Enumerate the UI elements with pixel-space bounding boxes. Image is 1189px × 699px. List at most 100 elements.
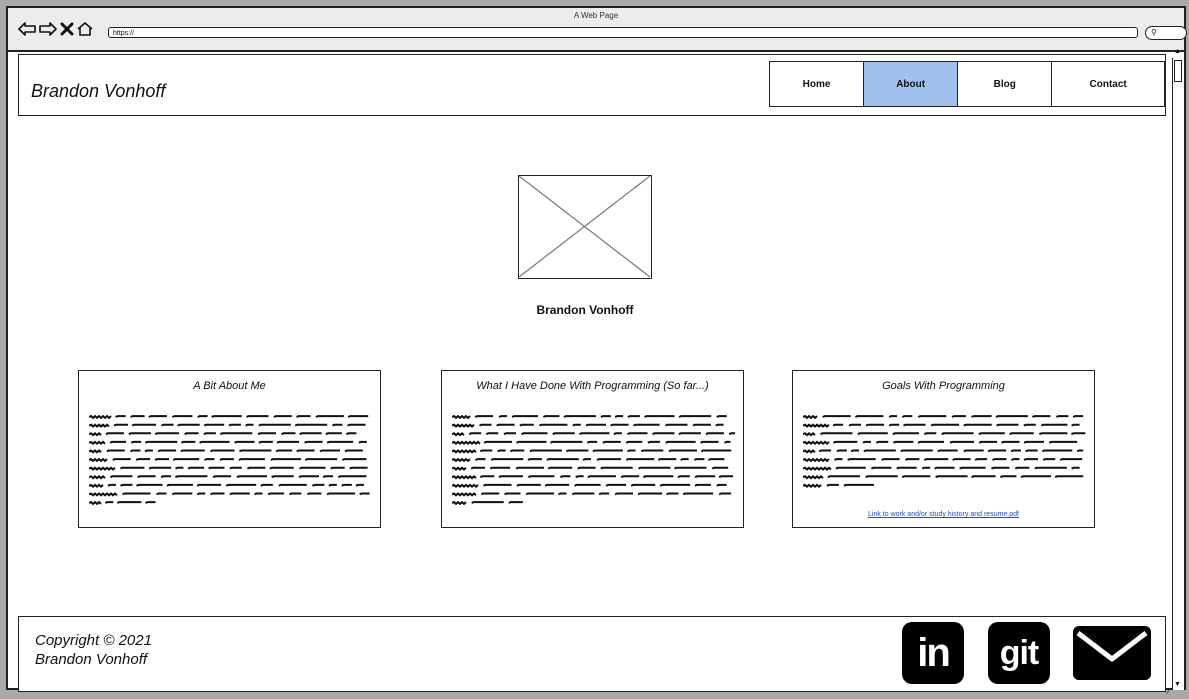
placeholder-word <box>600 466 633 470</box>
placeholder-text-block <box>89 414 370 506</box>
linkedin-link[interactable]: in <box>899 619 967 687</box>
placeholder-word <box>130 415 145 418</box>
placeholder-word <box>175 466 184 470</box>
placeholder-word <box>258 440 273 444</box>
placeholder-word <box>89 423 110 428</box>
scroll-down-arrow-icon[interactable]: ▼ <box>1174 681 1181 688</box>
scrollbar-thumb[interactable] <box>1174 60 1182 82</box>
placeholder-word <box>515 466 545 470</box>
placeholder-word <box>475 458 486 461</box>
placeholder-word <box>596 458 621 461</box>
placeholder-text-block <box>452 414 736 506</box>
placeholder-word <box>892 440 914 444</box>
placeholder-word <box>574 483 601 487</box>
page-scrollbar[interactable]: ▲ ▼ <box>1172 48 1184 690</box>
placeholder-word <box>803 457 830 463</box>
email-link[interactable] <box>1071 619 1153 687</box>
git-icon: git <box>988 622 1050 684</box>
nav-tab-home[interactable]: Home <box>770 62 865 106</box>
placeholder-word <box>452 440 481 446</box>
placeholder-word <box>257 432 276 436</box>
placeholder-word <box>995 415 1028 418</box>
resume-link[interactable]: Link to work and/or study history and re… <box>793 511 1094 518</box>
browser-nav-icons <box>18 22 93 41</box>
copyright-line-1: Copyright © 2021 <box>35 632 152 649</box>
placeholder-word <box>865 423 885 427</box>
placeholder-word <box>637 492 663 496</box>
placeholder-word <box>219 458 234 461</box>
placeholder-word <box>452 423 475 428</box>
placeholder-word <box>633 423 660 427</box>
site-brand[interactable]: Brandon Vonhoff <box>31 81 165 102</box>
card-about-me: A Bit About Me <box>78 370 381 528</box>
nav-tab-blog[interactable]: Blog <box>958 62 1053 106</box>
placeholder-word <box>716 483 727 487</box>
placeholder-word <box>647 440 660 444</box>
git-link[interactable]: git <box>985 619 1053 687</box>
placeholder-word <box>315 415 344 418</box>
placeholder-word <box>267 492 285 496</box>
scroll-up-arrow-icon[interactable]: ▲ <box>1174 48 1181 55</box>
nav-tab-contact[interactable]: Contact <box>1052 62 1164 106</box>
placeholder-word <box>258 423 291 427</box>
main-nav: Home About Blog Contact <box>769 61 1165 107</box>
placeholder-word <box>260 483 273 487</box>
placeholder-word <box>489 466 511 470</box>
back-arrow-icon[interactable] <box>18 22 36 41</box>
placeholder-word <box>1055 415 1069 418</box>
placeholder-word <box>326 440 354 444</box>
nav-tab-about[interactable]: About <box>864 62 959 106</box>
home-icon[interactable] <box>77 22 93 41</box>
placeholder-word <box>299 466 326 470</box>
placeholder-word <box>269 466 294 470</box>
resize-grip-icon[interactable]: ∕ <box>1168 686 1170 696</box>
copyright-text: Copyright © 2021 Brandon Vonhoff <box>35 631 152 669</box>
placeholder-word <box>659 483 691 487</box>
placeholder-word <box>724 440 731 444</box>
placeholder-word <box>610 423 629 427</box>
placeholder-word <box>1070 432 1086 436</box>
placeholder-word <box>582 458 591 461</box>
placeholder-word <box>89 483 104 489</box>
card-programming-goals: Goals With Programming Link to work and/… <box>792 370 1095 528</box>
placeholder-word <box>490 458 524 461</box>
placeholder-word <box>529 449 562 453</box>
placeholder-word <box>527 475 555 479</box>
placeholder-word <box>1072 415 1084 418</box>
placeholder-word <box>109 475 133 479</box>
placeholder-word <box>700 449 732 453</box>
placeholder-word <box>341 458 367 461</box>
placeholder-word <box>834 458 843 461</box>
browser-search-button[interactable]: ⚲ <box>1145 26 1187 40</box>
url-input[interactable]: https:// <box>108 27 1138 38</box>
placeholder-word <box>196 483 222 487</box>
placeholder-word <box>996 423 1019 427</box>
linkedin-icon: in <box>902 622 964 684</box>
placeholder-word <box>525 492 555 496</box>
forward-arrow-icon[interactable] <box>39 22 57 41</box>
placeholder-word <box>128 432 151 436</box>
placeholder-word <box>572 423 581 427</box>
placeholder-word <box>246 415 269 418</box>
browser-window: A Web Page https:// ⚲ Brandon Vonhoff Ho… <box>6 6 1187 692</box>
placeholder-word <box>479 475 495 479</box>
placeholder-word <box>803 431 816 437</box>
placeholder-word <box>109 440 127 444</box>
placeholder-word <box>345 432 357 436</box>
placeholder-word <box>359 492 370 496</box>
placeholder-word <box>112 458 131 461</box>
placeholder-word <box>355 483 364 487</box>
placeholder-word <box>803 474 824 480</box>
placeholder-word <box>896 466 917 470</box>
copyright-line-2: Brandon Vonhoff <box>35 651 148 668</box>
placeholder-word <box>203 432 216 436</box>
placeholder-word <box>154 458 169 461</box>
placeholder-word <box>992 458 1007 461</box>
placeholder-word <box>452 474 477 480</box>
placeholder-word <box>347 423 366 427</box>
placeholder-word <box>296 449 315 453</box>
placeholder-word <box>625 458 655 461</box>
placeholder-word <box>638 466 671 470</box>
close-x-icon[interactable] <box>60 22 74 41</box>
placeholder-word <box>728 432 736 436</box>
